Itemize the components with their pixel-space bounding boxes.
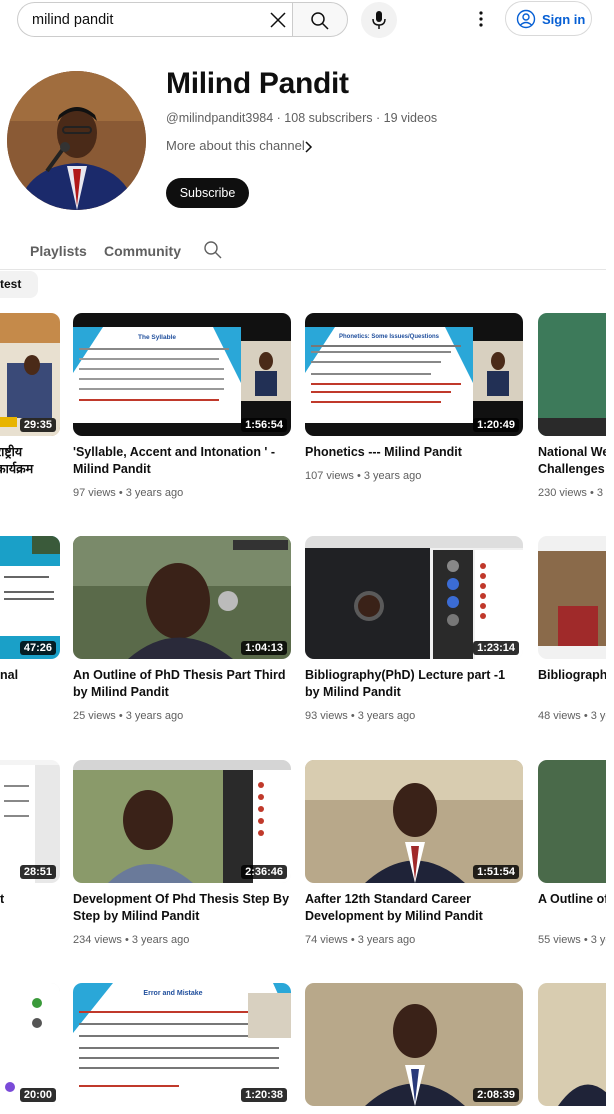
video-thumbnail[interactable]: 2:36:46 xyxy=(73,760,291,883)
video-thumbnail[interactable]: The Syllable 1:56:54 xyxy=(73,313,291,436)
more-options-icon[interactable] xyxy=(470,8,492,30)
svg-text:Error and Mistake: Error and Mistake xyxy=(143,990,202,997)
video-title[interactable]: Bibliography(PhD) Lecture part -1 by Mil… xyxy=(305,667,523,701)
video-title[interactable]: Development Of Phd Thesis Step By Step b… xyxy=(73,891,291,925)
search-button[interactable] xyxy=(292,2,348,37)
video-meta: 74 views • 3 years ago xyxy=(305,934,416,946)
video-thumbnail[interactable] xyxy=(538,983,606,1106)
video-duration: 2:36:46 xyxy=(241,865,287,879)
search-icon[interactable] xyxy=(203,240,223,260)
search-icon xyxy=(311,12,329,30)
channel-name: Milind Pandit xyxy=(166,67,349,100)
video-title[interactable]: Aafter 12th Standard Career Development … xyxy=(305,891,523,925)
svg-text:Phonetics: Some Issues/Questio: Phonetics: Some Issues/Questions xyxy=(339,334,440,340)
video-duration: 1:20:38 xyxy=(241,1088,287,1102)
video-duration: 20:00 xyxy=(19,1088,56,1102)
video-thumbnail[interactable]: Error and Mistake 1:20:38 xyxy=(73,983,291,1106)
video-thumbnail[interactable]: 2:08:39 xyxy=(305,983,523,1106)
video-duration: 2:08:39 xyxy=(473,1088,519,1102)
video-thumbnail[interactable]: Phonetics: Some Issues/Questions 1:20:49 xyxy=(305,313,523,436)
slide-heading-error: Error and Mistake xyxy=(143,990,202,997)
video-card-clip xyxy=(538,0,606,1114)
top-bar: milind pandit Sign in xyxy=(0,0,614,40)
video-meta: 234 views • 3 years ago xyxy=(73,934,190,946)
video-duration: 1:56:54 xyxy=(241,418,287,432)
video-duration: 1:51:54 xyxy=(473,865,519,879)
video-meta: 97 views • 3 years ago xyxy=(73,487,184,499)
voice-search-button[interactable] xyxy=(361,2,397,38)
video-meta: 107 views • 3 years ago xyxy=(305,470,422,482)
video-title[interactable]: 'Syllable, Accent and Intonation ' - Mil… xyxy=(73,444,291,478)
video-title[interactable]: An Outline of PhD Thesis Part Third by M… xyxy=(73,667,291,701)
video-duration: 1:04:13 xyxy=(241,641,287,655)
video-thumbnail[interactable]: 20:00 xyxy=(0,983,60,1106)
tabs-divider xyxy=(0,269,606,270)
video-duration: 1:20:49 xyxy=(473,418,519,432)
svg-text:The Syllable: The Syllable xyxy=(138,334,176,341)
channel-stats: @milindpandit3984 · 108 subscribers · 19… xyxy=(166,111,438,125)
video-thumbnail[interactable]: 1:51:54 xyxy=(305,760,523,883)
video-duration: 1:23:14 xyxy=(473,641,519,655)
video-card-clip: 20:00 xyxy=(0,0,60,1114)
about-channel-link[interactable]: More about this channel xyxy=(166,138,305,153)
subscribe-button[interactable]: Subscribe xyxy=(166,178,249,208)
close-icon[interactable] xyxy=(268,10,288,30)
video-meta: 93 views • 3 years ago xyxy=(305,710,416,722)
microphone-icon xyxy=(372,11,386,29)
slide-heading-phonetics: Phonetics: Some Issues/Questions xyxy=(339,334,440,340)
chevron-right-icon[interactable] xyxy=(304,140,314,154)
video-thumbnail[interactable]: 1:04:13 xyxy=(73,536,291,659)
video-thumbnail[interactable]: 1:23:14 xyxy=(305,536,523,659)
slide-heading-syllable: The Syllable xyxy=(138,334,176,341)
video-title[interactable]: Phonetics --- Milind Pandit xyxy=(305,444,523,461)
video-meta: 25 views • 3 years ago xyxy=(73,710,184,722)
account-icon xyxy=(516,9,536,29)
tab-community[interactable]: Community xyxy=(104,243,181,259)
